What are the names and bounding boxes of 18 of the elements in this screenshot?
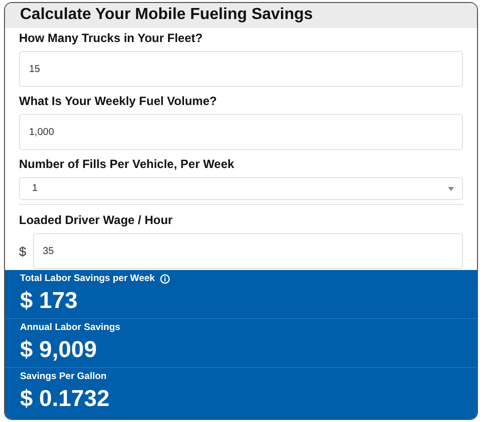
currency-symbol: $ <box>19 244 27 259</box>
text-input[interactable]: 15 <box>19 51 463 87</box>
text-input[interactable]: 1,000 <box>19 114 463 150</box>
info-icon[interactable] <box>160 274 170 284</box>
result-value: $ 9,009 <box>20 335 98 364</box>
result-label: Savings Per Gallon <box>20 371 107 383</box>
field-label: What Is Your Weekly Fuel Volume? <box>19 94 218 108</box>
result-label: Total Labor Savings per Week <box>20 273 155 285</box>
result-value: $ 173 <box>20 286 79 315</box>
card-title: Calculate Your Mobile Fueling Savings <box>20 6 314 24</box>
dropdown-select[interactable]: 1 <box>19 177 463 200</box>
field-label: Number of Fills Per Vehicle, Per Week <box>19 157 236 171</box>
wage-input[interactable]: 35 <box>32 233 463 269</box>
result-label: Annual Labor Savings <box>20 322 120 334</box>
field-label: How Many Trucks in Your Fleet? <box>19 31 204 45</box>
result-value: $ 0.1732 <box>20 384 111 413</box>
field-label: Loaded Driver Wage / Hour <box>19 213 174 227</box>
caret-icon <box>448 186 454 190</box>
